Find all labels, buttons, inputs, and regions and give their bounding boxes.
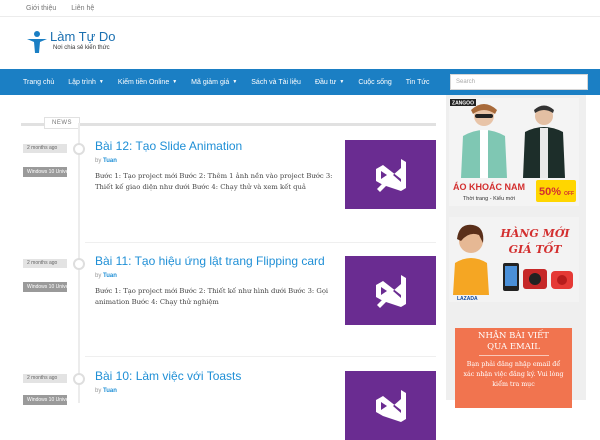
- ad-jackets-image: ZANGOO ÁO KHOÁC NAM Thời trang - Kiểu mớ…: [449, 98, 579, 206]
- post-category[interactable]: Windows 10 Universal: [23, 167, 67, 177]
- post-excerpt: Bước 1: Tạo project mới Bước 2: Thêm 1 ả…: [95, 172, 333, 191]
- subscribe-title-line1: NHẬN BÀI VIẾT: [478, 331, 549, 341]
- chevron-down-icon: ▼: [172, 79, 178, 85]
- topbar-link-contact[interactable]: Liên hệ: [71, 5, 94, 12]
- ad-subline: Thời trang - Kiểu mới: [463, 195, 515, 202]
- topbar-link-about[interactable]: Giới thiệu: [26, 5, 56, 12]
- ad-discount: 50%: [539, 186, 561, 198]
- main-nav: Trang chủ Lập trình ▼ Kiếm tiền Online ▼ M…: [0, 69, 600, 95]
- post-thumbnail[interactable]: [345, 140, 436, 209]
- post-author[interactable]: Tuan: [103, 273, 117, 279]
- post-excerpt: Bước 1: Tạo project mới Bước 2: Thiết kế…: [95, 287, 329, 306]
- nav-item-programming[interactable]: Lập trình ▼: [61, 69, 111, 95]
- chevron-down-icon: ▼: [232, 79, 238, 85]
- logo-person-icon: [26, 30, 48, 54]
- nav-item-coupons[interactable]: Mã giảm giá ▼: [184, 69, 244, 95]
- ad-banner-jackets[interactable]: ZANGOO ÁO KHOÁC NAM Thời trang - Kiểu mớ…: [449, 98, 579, 206]
- ad-discount-suffix: OFF: [564, 191, 574, 197]
- subscribe-title-line2: QUA EMAIL: [487, 342, 540, 352]
- visual-studio-icon: [375, 158, 406, 192]
- ad-banner-new-products[interactable]: HÀNG MỚI GIÁ TỐT LAZADA: [449, 217, 579, 302]
- ad-brand: LAZADA: [457, 296, 478, 302]
- post-category[interactable]: Windows 10 Universal: [23, 282, 67, 292]
- timeline-dot: [73, 373, 85, 385]
- visual-studio-icon: [375, 389, 406, 422]
- post-author[interactable]: Tuan: [103, 388, 117, 394]
- post-thumbnail[interactable]: [345, 371, 436, 440]
- section-label: NEWS: [44, 117, 80, 129]
- post-title[interactable]: Bài 12: Tạo Slide Animation: [95, 139, 242, 153]
- nav-item-home[interactable]: Trang chủ: [0, 69, 61, 95]
- ad-headline: ÁO KHOÁC NAM: [453, 182, 525, 192]
- site-logo[interactable]: Làm Tự Do Nơi chia sẻ kiến thức: [26, 30, 116, 54]
- post-category[interactable]: Windows 10 Universal: [23, 395, 67, 405]
- nav-item-make-money[interactable]: Kiếm tiền Online ▼: [111, 69, 184, 95]
- nav-item-news[interactable]: Tin Tức: [399, 69, 437, 95]
- ad-new-products-image: HÀNG MỚI GIÁ TỐT LAZADA: [449, 217, 579, 302]
- post-separator: [85, 356, 436, 357]
- post-date: 2 months ago: [23, 259, 67, 268]
- post-date: 2 months ago: [23, 144, 67, 153]
- post-author[interactable]: Tuan: [103, 158, 117, 164]
- nav-item-invest[interactable]: Đầu tư ▼: [308, 69, 351, 95]
- section-divider: [21, 123, 436, 126]
- timeline-dot: [73, 258, 85, 270]
- post-byline: by Tuan: [95, 273, 117, 279]
- visual-studio-icon: [375, 274, 406, 308]
- post-thumbnail[interactable]: [345, 256, 436, 325]
- post-byline: by Tuan: [95, 388, 117, 394]
- nav-item-books[interactable]: Sách và Tài liệu: [244, 69, 308, 95]
- site-title: Làm Tự Do: [50, 29, 116, 44]
- ad-line2: GIÁ TỐT: [509, 241, 563, 256]
- site-tagline: Nơi chia sẻ kiến thức: [53, 45, 110, 51]
- top-bar: Giới thiệu Liên hệ: [0, 0, 600, 17]
- post-title[interactable]: Bài 11: Tạo hiệu ứng lật trang Flipping …: [95, 254, 325, 268]
- post-byline: by Tuan: [95, 158, 117, 164]
- subscribe-divider: [478, 355, 549, 356]
- search-input[interactable]: Search: [450, 74, 588, 90]
- site-header: Làm Tự Do Nơi chia sẻ kiến thức: [0, 17, 600, 68]
- nav-item-life[interactable]: Cuộc sống: [351, 69, 398, 95]
- ad-brand: ZANGOO: [452, 101, 474, 107]
- timeline-dot: [73, 143, 85, 155]
- chevron-down-icon: ▼: [98, 79, 104, 85]
- post-title[interactable]: Bài 10: Làm việc với Toasts: [95, 369, 241, 383]
- subscribe-text: Bạn phải đăng nhập email để xác nhận việ…: [463, 361, 564, 388]
- chevron-down-icon: ▼: [339, 79, 345, 85]
- post-date: 2 months ago: [23, 374, 67, 383]
- ad-line1: HÀNG MỚI: [499, 226, 570, 240]
- subscribe-widget: NHẬN BÀI VIẾT QUA EMAIL Bạn phải đăng nh…: [455, 328, 572, 408]
- post-separator: [85, 242, 436, 243]
